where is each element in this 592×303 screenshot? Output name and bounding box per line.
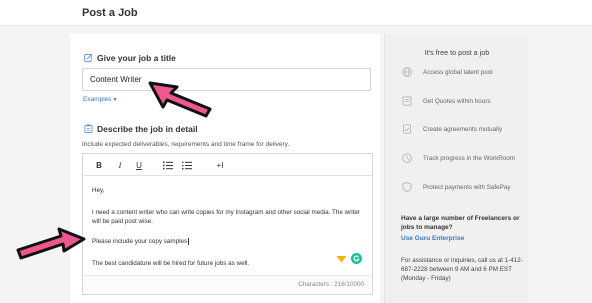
feature-safepay: Protect payments with SafePay bbox=[423, 184, 511, 191]
chevron-down-icon: ▼ bbox=[112, 97, 118, 103]
bullet-list-icon bbox=[182, 161, 192, 169]
job-title-input[interactable] bbox=[82, 68, 371, 91]
help-text: For assistance or inquiries, call us at … bbox=[401, 257, 523, 282]
editor-line-text: Please include your copy samples bbox=[92, 238, 188, 245]
character-count: Characters : 216/10000 bbox=[298, 281, 364, 288]
editor-line: I need a content writer who can write co… bbox=[92, 209, 360, 225]
italic-button[interactable]: I bbox=[113, 159, 127, 171]
clipboard-icon bbox=[84, 124, 93, 133]
description-hint: Include expected deliverables, requireme… bbox=[82, 141, 290, 148]
grammarly-icon[interactable] bbox=[351, 253, 362, 264]
enterprise-question: Have a large number of Freelancers or jo… bbox=[401, 215, 520, 231]
editor-text-area[interactable]: Hey, I need a content writer who can wri… bbox=[83, 176, 372, 276]
sidebar: It's free to post a job Access global ta… bbox=[384, 34, 528, 303]
bold-button[interactable]: B bbox=[92, 159, 106, 171]
sidebar-heading: It's free to post a job bbox=[424, 48, 490, 57]
ordered-list-icon bbox=[163, 161, 173, 169]
feature-quotes: Get Quotes within hours bbox=[423, 98, 491, 105]
examples-label: Examples bbox=[83, 96, 112, 103]
editor-line: Hey, bbox=[92, 187, 105, 194]
top-bar: Post a Job bbox=[0, 0, 592, 26]
description-editor: B I U +I Hey, I need a content writer wh… bbox=[82, 153, 373, 295]
insert-button[interactable]: +I bbox=[212, 159, 228, 171]
clock-icon bbox=[402, 153, 412, 163]
description-section-label: Describe the job in detail bbox=[97, 124, 198, 134]
title-section-label: Give your job a title bbox=[97, 53, 176, 63]
editor-footer: Characters : 216/10000 bbox=[83, 275, 372, 294]
editor-line: Please include your copy samples bbox=[92, 237, 362, 246]
bullet-list-button[interactable] bbox=[180, 159, 194, 171]
annotation-arrow-editor bbox=[16, 227, 86, 260]
feature-workroom: Track progress in the WorkRoom bbox=[423, 155, 516, 162]
agreement-icon bbox=[403, 124, 411, 134]
feature-global-talent: Access global talent pool bbox=[423, 69, 493, 76]
quote-icon bbox=[402, 96, 412, 106]
ordered-list-button[interactable] bbox=[161, 159, 175, 171]
underline-button[interactable]: U bbox=[132, 159, 146, 171]
edit-icon bbox=[84, 53, 93, 62]
editor-toolbar: B I U +I bbox=[83, 154, 372, 176]
feature-agreements: Create agreements mutually bbox=[423, 126, 503, 133]
shield-icon bbox=[402, 182, 412, 192]
page-title: Post a Job bbox=[82, 7, 138, 19]
globe-icon bbox=[402, 67, 412, 77]
annotation-arrow-title bbox=[148, 81, 212, 118]
examples-dropdown[interactable]: Examples▼ bbox=[83, 96, 118, 103]
emoji-tool-icon[interactable] bbox=[336, 255, 347, 263]
text-caret bbox=[188, 237, 190, 245]
guru-enterprise-link[interactable]: Use Guru Enterprise bbox=[401, 235, 464, 242]
editor-line: The best candidature will be hired for f… bbox=[92, 260, 250, 267]
